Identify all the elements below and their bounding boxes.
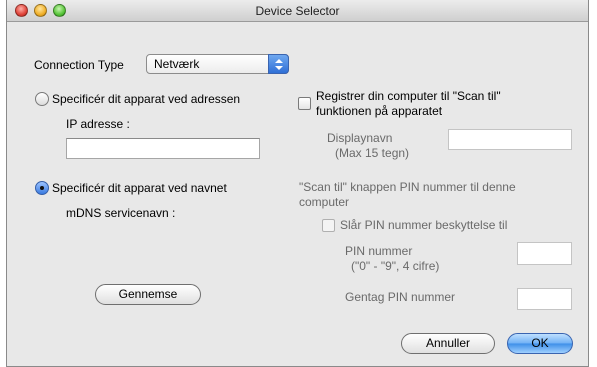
pin-info-line1: "Scan til" knappen PIN nummer til denne xyxy=(299,180,516,194)
connection-type-value: Netværk xyxy=(154,57,200,71)
repeat-pin-label: Gentag PIN nummer xyxy=(345,290,456,304)
pin-protect-checkbox[interactable] xyxy=(322,219,335,232)
pin-info-line2: computer xyxy=(299,195,350,209)
title-bar: Device Selector xyxy=(7,0,588,22)
ip-address-label: IP adresse : xyxy=(66,117,130,131)
register-scan-to-label-line1[interactable]: Registrer din computer til "Scan til" xyxy=(316,89,501,103)
cancel-button[interactable]: Annuller xyxy=(401,333,495,354)
pin-number-label-line2: ("0" - "9", 4 cifre) xyxy=(351,259,440,273)
popup-arrows-icon xyxy=(268,54,289,74)
by-name-radio[interactable] xyxy=(35,181,49,195)
display-name-label-line2: (Max 15 tegn) xyxy=(335,146,410,160)
ip-address-field[interactable] xyxy=(66,138,260,159)
pin-number-label-line1: PIN nummer xyxy=(345,244,413,258)
register-scan-to-checkbox[interactable] xyxy=(298,97,311,110)
repeat-pin-field[interactable] xyxy=(517,288,572,310)
connection-type-popup[interactable]: Netværk xyxy=(146,54,289,74)
pin-protect-label[interactable]: Slår PIN nummer beskyttelse til xyxy=(340,218,507,232)
display-name-field[interactable] xyxy=(448,129,572,150)
by-name-label[interactable]: Specificér dit apparat ved navnet xyxy=(52,181,227,195)
connection-type-label: Connection Type xyxy=(34,58,124,72)
window-title: Device Selector xyxy=(255,4,340,18)
device-selector-window: Device Selector Connection Type Netværk … xyxy=(6,0,589,367)
register-scan-to-label-line2[interactable]: funktionen på apparatet xyxy=(316,104,442,118)
by-address-radio[interactable] xyxy=(35,92,49,106)
by-address-label[interactable]: Specificér dit apparat ved adressen xyxy=(52,92,240,106)
ok-button[interactable]: OK xyxy=(507,333,573,354)
display-name-label-line1: Displaynavn xyxy=(327,131,393,145)
browse-button[interactable]: Gennemse xyxy=(95,284,201,305)
mdns-service-name-label: mDNS servicenavn : xyxy=(66,206,176,220)
pin-number-field[interactable] xyxy=(517,242,572,265)
